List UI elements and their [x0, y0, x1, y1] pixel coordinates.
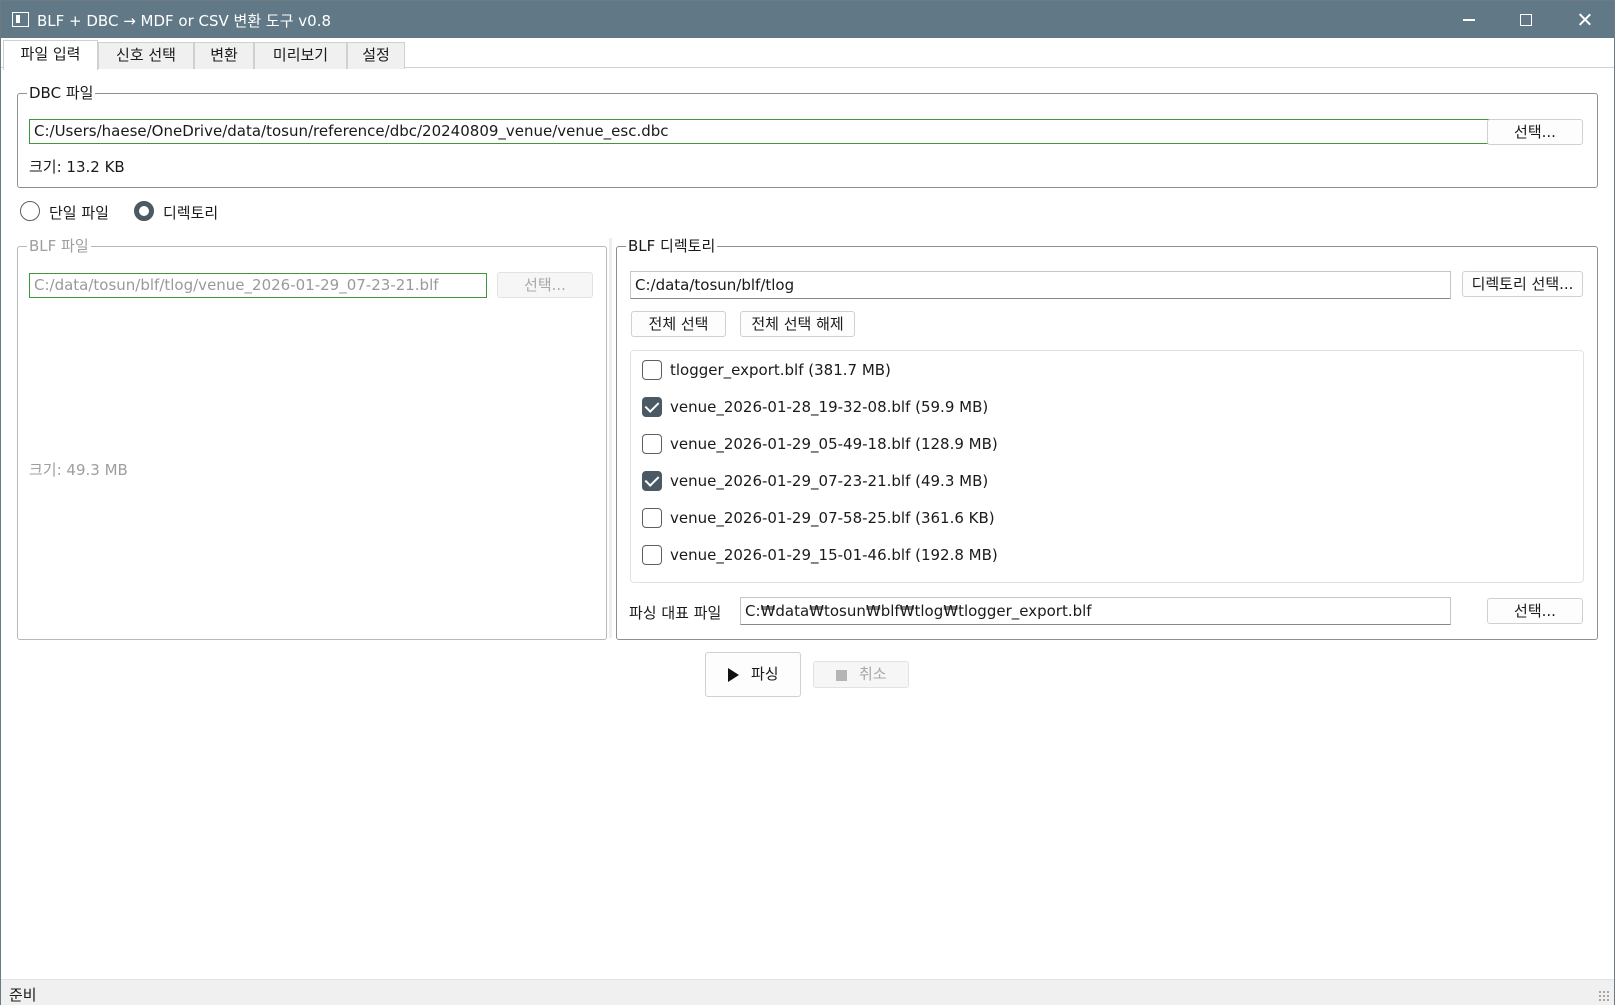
- cancel-button-label: 취소: [859, 665, 887, 683]
- panel-splitter[interactable]: [609, 238, 612, 638]
- status-text: 준비: [9, 986, 37, 1004]
- single-file-label[interactable]: 단일 파일: [49, 202, 109, 223]
- dbc-group-title: DBC 파일: [27, 83, 96, 103]
- dbc-select-button[interactable]: 선택...: [1487, 119, 1583, 145]
- tab-settings[interactable]: 설정: [347, 42, 405, 69]
- file-checkbox[interactable]: [642, 471, 662, 491]
- tab-preview[interactable]: 미리보기: [254, 42, 347, 69]
- file-item-label: venue_2026-01-29_05-49-18.blf (128.9 MB): [670, 435, 998, 453]
- tab-file-input[interactable]: 파일 입력: [3, 40, 98, 70]
- close-button[interactable]: [1556, 1, 1614, 38]
- single-file-radio[interactable]: [20, 201, 40, 221]
- blf-directory-path-input[interactable]: C:/data/tosun/blf/tlog: [630, 271, 1451, 299]
- play-icon: [728, 668, 739, 682]
- parse-button-label: 파싱: [751, 665, 779, 683]
- cancel-button[interactable]: 취소: [813, 661, 909, 688]
- dbc-size-label: 크기: 13.2 KB: [29, 158, 125, 176]
- file-item-label: tlogger_export.blf (381.7 MB): [670, 361, 891, 379]
- deselect-all-button[interactable]: 전체 선택 해제: [740, 311, 855, 337]
- select-all-button[interactable]: 전체 선택: [631, 311, 726, 337]
- file-item-label: venue_2026-01-29_07-58-25.blf (361.6 KB): [670, 509, 995, 527]
- file-checkbox[interactable]: [642, 545, 662, 565]
- file-item-label: venue_2026-01-29_07-23-21.blf (49.3 MB): [670, 472, 989, 490]
- file-checkbox[interactable]: [642, 508, 662, 528]
- resize-grip-icon[interactable]: [1598, 990, 1610, 1002]
- directory-radio[interactable]: [134, 201, 154, 221]
- maximize-button[interactable]: [1497, 1, 1555, 38]
- directory-label[interactable]: 디렉토리: [163, 202, 218, 223]
- title-bar[interactable]: BLF + DBC → MDF or CSV 변환 도구 v0.8: [1, 1, 1614, 38]
- dbc-path-input[interactable]: C:/Users/haese/OneDrive/data/tosun/refer…: [29, 119, 1493, 144]
- tab-bar: 파일 입력 신호 선택 변환 미리보기 설정: [1, 38, 1614, 70]
- window-title: BLF + DBC → MDF or CSV 변환 도구 v0.8: [37, 12, 332, 30]
- representative-file-input[interactable]: C:₩data₩tosun₩blf₩tlog₩tlogger_export.bl…: [740, 597, 1451, 625]
- representative-file-label: 파싱 대표 파일: [629, 604, 722, 622]
- file-checkbox[interactable]: [642, 360, 662, 380]
- file-item-label: venue_2026-01-29_15-01-46.blf (192.8 MB): [670, 546, 998, 564]
- blf-file-group-title: BLF 파일: [27, 236, 91, 256]
- blf-file-select-button[interactable]: 선택...: [497, 272, 593, 298]
- blf-directory-group-title: BLF 디렉토리: [626, 236, 718, 256]
- parse-button[interactable]: 파싱: [705, 652, 801, 697]
- dbc-file-group: DBC 파일 C:/Users/haese/OneDrive/data/tosu…: [17, 83, 1598, 188]
- status-bar: 준비: [1, 979, 1614, 1005]
- blf-file-size-label: 크기: 49.3 MB: [29, 461, 128, 479]
- directory-select-button[interactable]: 디렉토리 선택...: [1462, 271, 1583, 297]
- app-window-icon: [12, 12, 29, 27]
- blf-file-list[interactable]: tlogger_export.blf (381.7 MB) venue_2026…: [630, 350, 1584, 583]
- representative-select-button[interactable]: 선택...: [1487, 598, 1583, 624]
- file-checkbox[interactable]: [642, 434, 662, 454]
- app-window: BLF + DBC → MDF or CSV 변환 도구 v0.8 파일 입력 …: [0, 0, 1615, 1005]
- file-item-label: venue_2026-01-28_19-32-08.blf (59.9 MB): [670, 398, 989, 416]
- tab-convert[interactable]: 변환: [194, 42, 254, 69]
- minimize-button[interactable]: [1439, 1, 1497, 38]
- tab-signal-select[interactable]: 신호 선택: [98, 42, 194, 69]
- blf-directory-group: BLF 디렉토리 C:/data/tosun/blf/tlog 디렉토리 선택.…: [616, 236, 1598, 640]
- blf-file-path-input[interactable]: C:/data/tosun/blf/tlog/venue_2026-01-29_…: [29, 273, 487, 298]
- file-checkbox[interactable]: [642, 397, 662, 417]
- blf-file-group: BLF 파일 C:/data/tosun/blf/tlog/venue_2026…: [17, 236, 607, 640]
- stop-icon: [836, 670, 847, 681]
